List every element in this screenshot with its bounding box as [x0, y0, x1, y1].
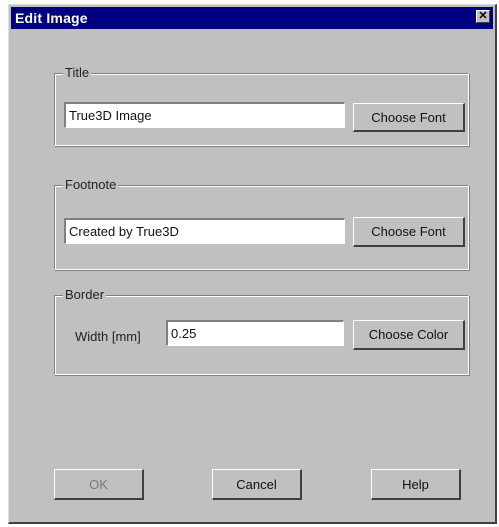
title-group: Title Choose Font	[54, 65, 469, 146]
border-group: Border Width [mm] Choose Color	[54, 287, 469, 375]
help-button[interactable]: Help	[371, 469, 461, 500]
width-label: Width [mm]	[75, 329, 141, 344]
ok-button[interactable]: OK	[54, 469, 144, 500]
footnote-group-label: Footnote	[63, 177, 119, 192]
footnote-choose-font-button[interactable]: Choose Font	[353, 217, 465, 247]
cancel-button[interactable]: Cancel	[212, 469, 302, 500]
choose-color-button[interactable]: Choose Color	[353, 320, 465, 350]
title-choose-font-button[interactable]: Choose Font	[353, 103, 465, 132]
footnote-group: Footnote Choose Font	[54, 177, 469, 270]
close-icon[interactable]: ✕	[476, 10, 490, 23]
dialog-title: Edit Image	[15, 10, 88, 26]
title-group-label: Title	[63, 65, 92, 80]
border-width-input[interactable]	[166, 320, 344, 346]
title-bar[interactable]: Edit Image ✕	[11, 7, 493, 29]
border-group-label: Border	[63, 287, 107, 302]
footnote-text-input[interactable]	[64, 218, 345, 244]
title-text-input[interactable]	[64, 102, 345, 128]
edit-image-dialog: Edit Image ✕ Title Choose Font Footnote …	[8, 4, 497, 524]
